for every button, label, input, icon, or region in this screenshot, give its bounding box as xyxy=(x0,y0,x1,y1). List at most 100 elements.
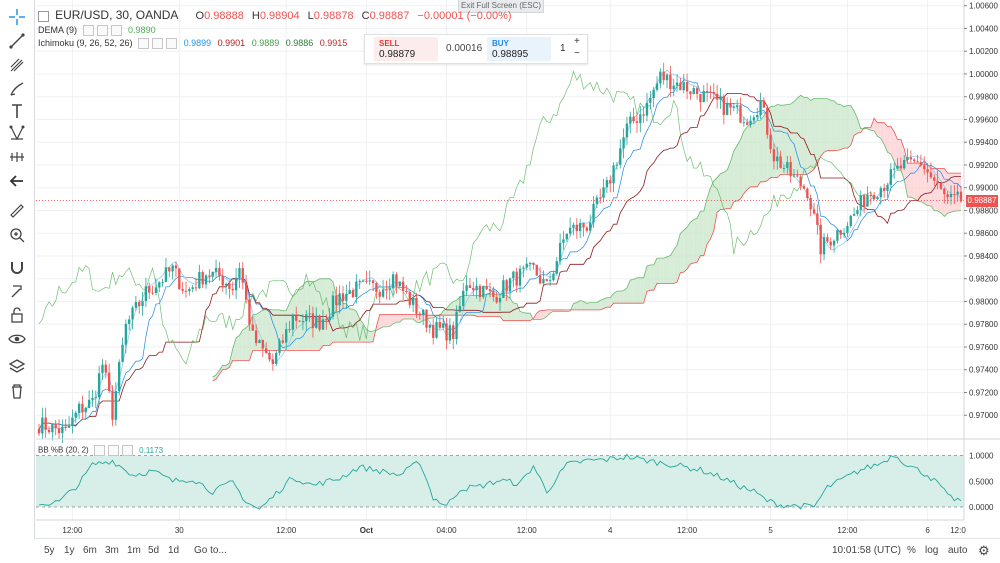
candle-body xyxy=(739,105,742,123)
cloud-segment xyxy=(820,98,825,157)
cloud-segment xyxy=(479,295,484,317)
utc-clock[interactable]: 10:01:58 (UTC) xyxy=(832,545,901,556)
candle-body xyxy=(271,359,275,364)
candle-body xyxy=(401,281,405,291)
goto-button[interactable]: Go to... xyxy=(194,545,227,556)
candle-body xyxy=(338,293,341,306)
candle-body xyxy=(101,364,104,374)
candle-body xyxy=(425,309,428,328)
range-3m[interactable]: 3m xyxy=(105,545,119,556)
cloud-segment xyxy=(513,303,517,321)
price-chart[interactable]: 1.00600 1.00400 1.00200 1.00000 0.99800 0.996… xyxy=(0,0,1000,538)
candle-body xyxy=(224,283,228,286)
cloud-segment xyxy=(630,279,634,304)
candle-body xyxy=(652,89,655,99)
bb-legend[interactable]: BB %B (20, 2) 0.1173 xyxy=(38,445,163,456)
auto-toggle[interactable]: auto xyxy=(948,545,967,556)
candle-body xyxy=(378,291,381,297)
cloud-segment xyxy=(246,324,250,361)
range-5d[interactable]: 5d xyxy=(148,545,159,556)
candle-body xyxy=(832,240,836,246)
bb-visibility-icon[interactable] xyxy=(93,445,105,456)
price-tick-label: 0.97200 xyxy=(969,388,998,397)
oscillator-tick-label: 1.0000 xyxy=(969,452,994,461)
candle-body xyxy=(575,224,579,232)
candle-body xyxy=(602,187,605,198)
candle-body xyxy=(51,423,54,433)
candle-body xyxy=(916,161,919,163)
dema-visibility-icon[interactable] xyxy=(82,25,94,37)
chart-collapse-icon[interactable] xyxy=(38,10,49,22)
candle-body xyxy=(552,273,555,281)
candle-body xyxy=(201,272,204,285)
sell-button[interactable]: SELL 0.98879 xyxy=(374,37,438,61)
ichimoku-settings-icon[interactable] xyxy=(152,38,164,50)
ichimoku-conversion-value: 0.9899 xyxy=(183,38,212,48)
time-tick-label: 12:00 xyxy=(517,526,538,535)
candle-body xyxy=(151,292,154,294)
range-1m[interactable]: 1m xyxy=(127,545,141,556)
candle-body xyxy=(261,340,264,349)
candle-body xyxy=(645,102,649,116)
dema-legend[interactable]: DEMA (9) 0.9890 xyxy=(38,25,156,37)
candle-body xyxy=(161,281,164,283)
candle-body xyxy=(97,373,101,398)
dema-settings-icon[interactable] xyxy=(96,25,108,37)
candle-body xyxy=(254,330,258,344)
candle-body xyxy=(448,325,452,341)
candle-body xyxy=(919,162,923,166)
candle-body xyxy=(752,117,756,121)
candle-body xyxy=(508,278,512,292)
quantity-minus-button[interactable]: − xyxy=(574,48,580,59)
candle-body xyxy=(779,156,782,169)
quantity-plus-button[interactable]: + xyxy=(574,36,580,47)
candle-body xyxy=(285,329,288,343)
candle-body xyxy=(792,175,796,177)
candle-body xyxy=(876,197,879,200)
cloud-segment xyxy=(680,230,684,273)
candle-body xyxy=(695,88,699,95)
candle-body xyxy=(789,162,792,177)
candle-body xyxy=(432,324,435,338)
range-5y[interactable]: 5y xyxy=(44,545,55,556)
cloud-segment xyxy=(299,285,303,351)
symbol-title[interactable]: EUR/USD, 30, OANDA xyxy=(55,8,178,22)
trade-panel: SELL 0.98879 0.00016 BUY 0.98895 1 + − xyxy=(364,34,588,64)
candle-body xyxy=(395,274,398,287)
candle-body xyxy=(455,311,458,340)
bb-remove-icon[interactable] xyxy=(121,445,133,456)
dema-remove-icon[interactable] xyxy=(110,25,122,37)
candle-body xyxy=(141,301,144,307)
time-tick-label: 5 xyxy=(768,526,773,535)
cloud-segment xyxy=(646,264,651,292)
cloud-segment xyxy=(406,314,410,319)
candle-body xyxy=(278,340,281,353)
log-toggle[interactable]: log xyxy=(925,545,938,556)
bb-settings-icon[interactable] xyxy=(107,445,119,456)
sell-label: SELL xyxy=(379,39,400,48)
candle-body xyxy=(923,165,926,170)
ichimoku-visibility-icon[interactable] xyxy=(138,38,150,50)
range-6m[interactable]: 6m xyxy=(83,545,97,556)
high-value: 0.98904 xyxy=(259,10,300,22)
settings-gear-icon[interactable]: ⚙ xyxy=(978,543,990,559)
range-1d[interactable]: 1d xyxy=(168,545,179,556)
candle-body xyxy=(679,82,682,91)
candle-body xyxy=(81,403,84,413)
cloud-segment xyxy=(503,294,507,321)
cloud-segment xyxy=(416,314,420,323)
cloud-segment xyxy=(810,98,815,173)
ichimoku-legend[interactable]: Ichimoku (9, 26, 52, 26) 0.9899 0.9901 0… xyxy=(38,38,347,50)
ichimoku-remove-icon[interactable] xyxy=(166,38,178,50)
percent-toggle[interactable]: % xyxy=(907,545,916,556)
price-tick-label: 0.98200 xyxy=(969,275,998,284)
candle-body xyxy=(77,403,81,413)
range-1y[interactable]: 1y xyxy=(64,545,75,556)
candle-body xyxy=(328,316,331,320)
buy-button[interactable]: BUY 0.98895 xyxy=(487,37,551,61)
candle-body xyxy=(148,286,151,293)
candle-body xyxy=(802,186,806,189)
candle-body xyxy=(719,96,722,100)
candle-body xyxy=(335,295,338,306)
quantity-field[interactable]: 1 xyxy=(560,43,566,54)
